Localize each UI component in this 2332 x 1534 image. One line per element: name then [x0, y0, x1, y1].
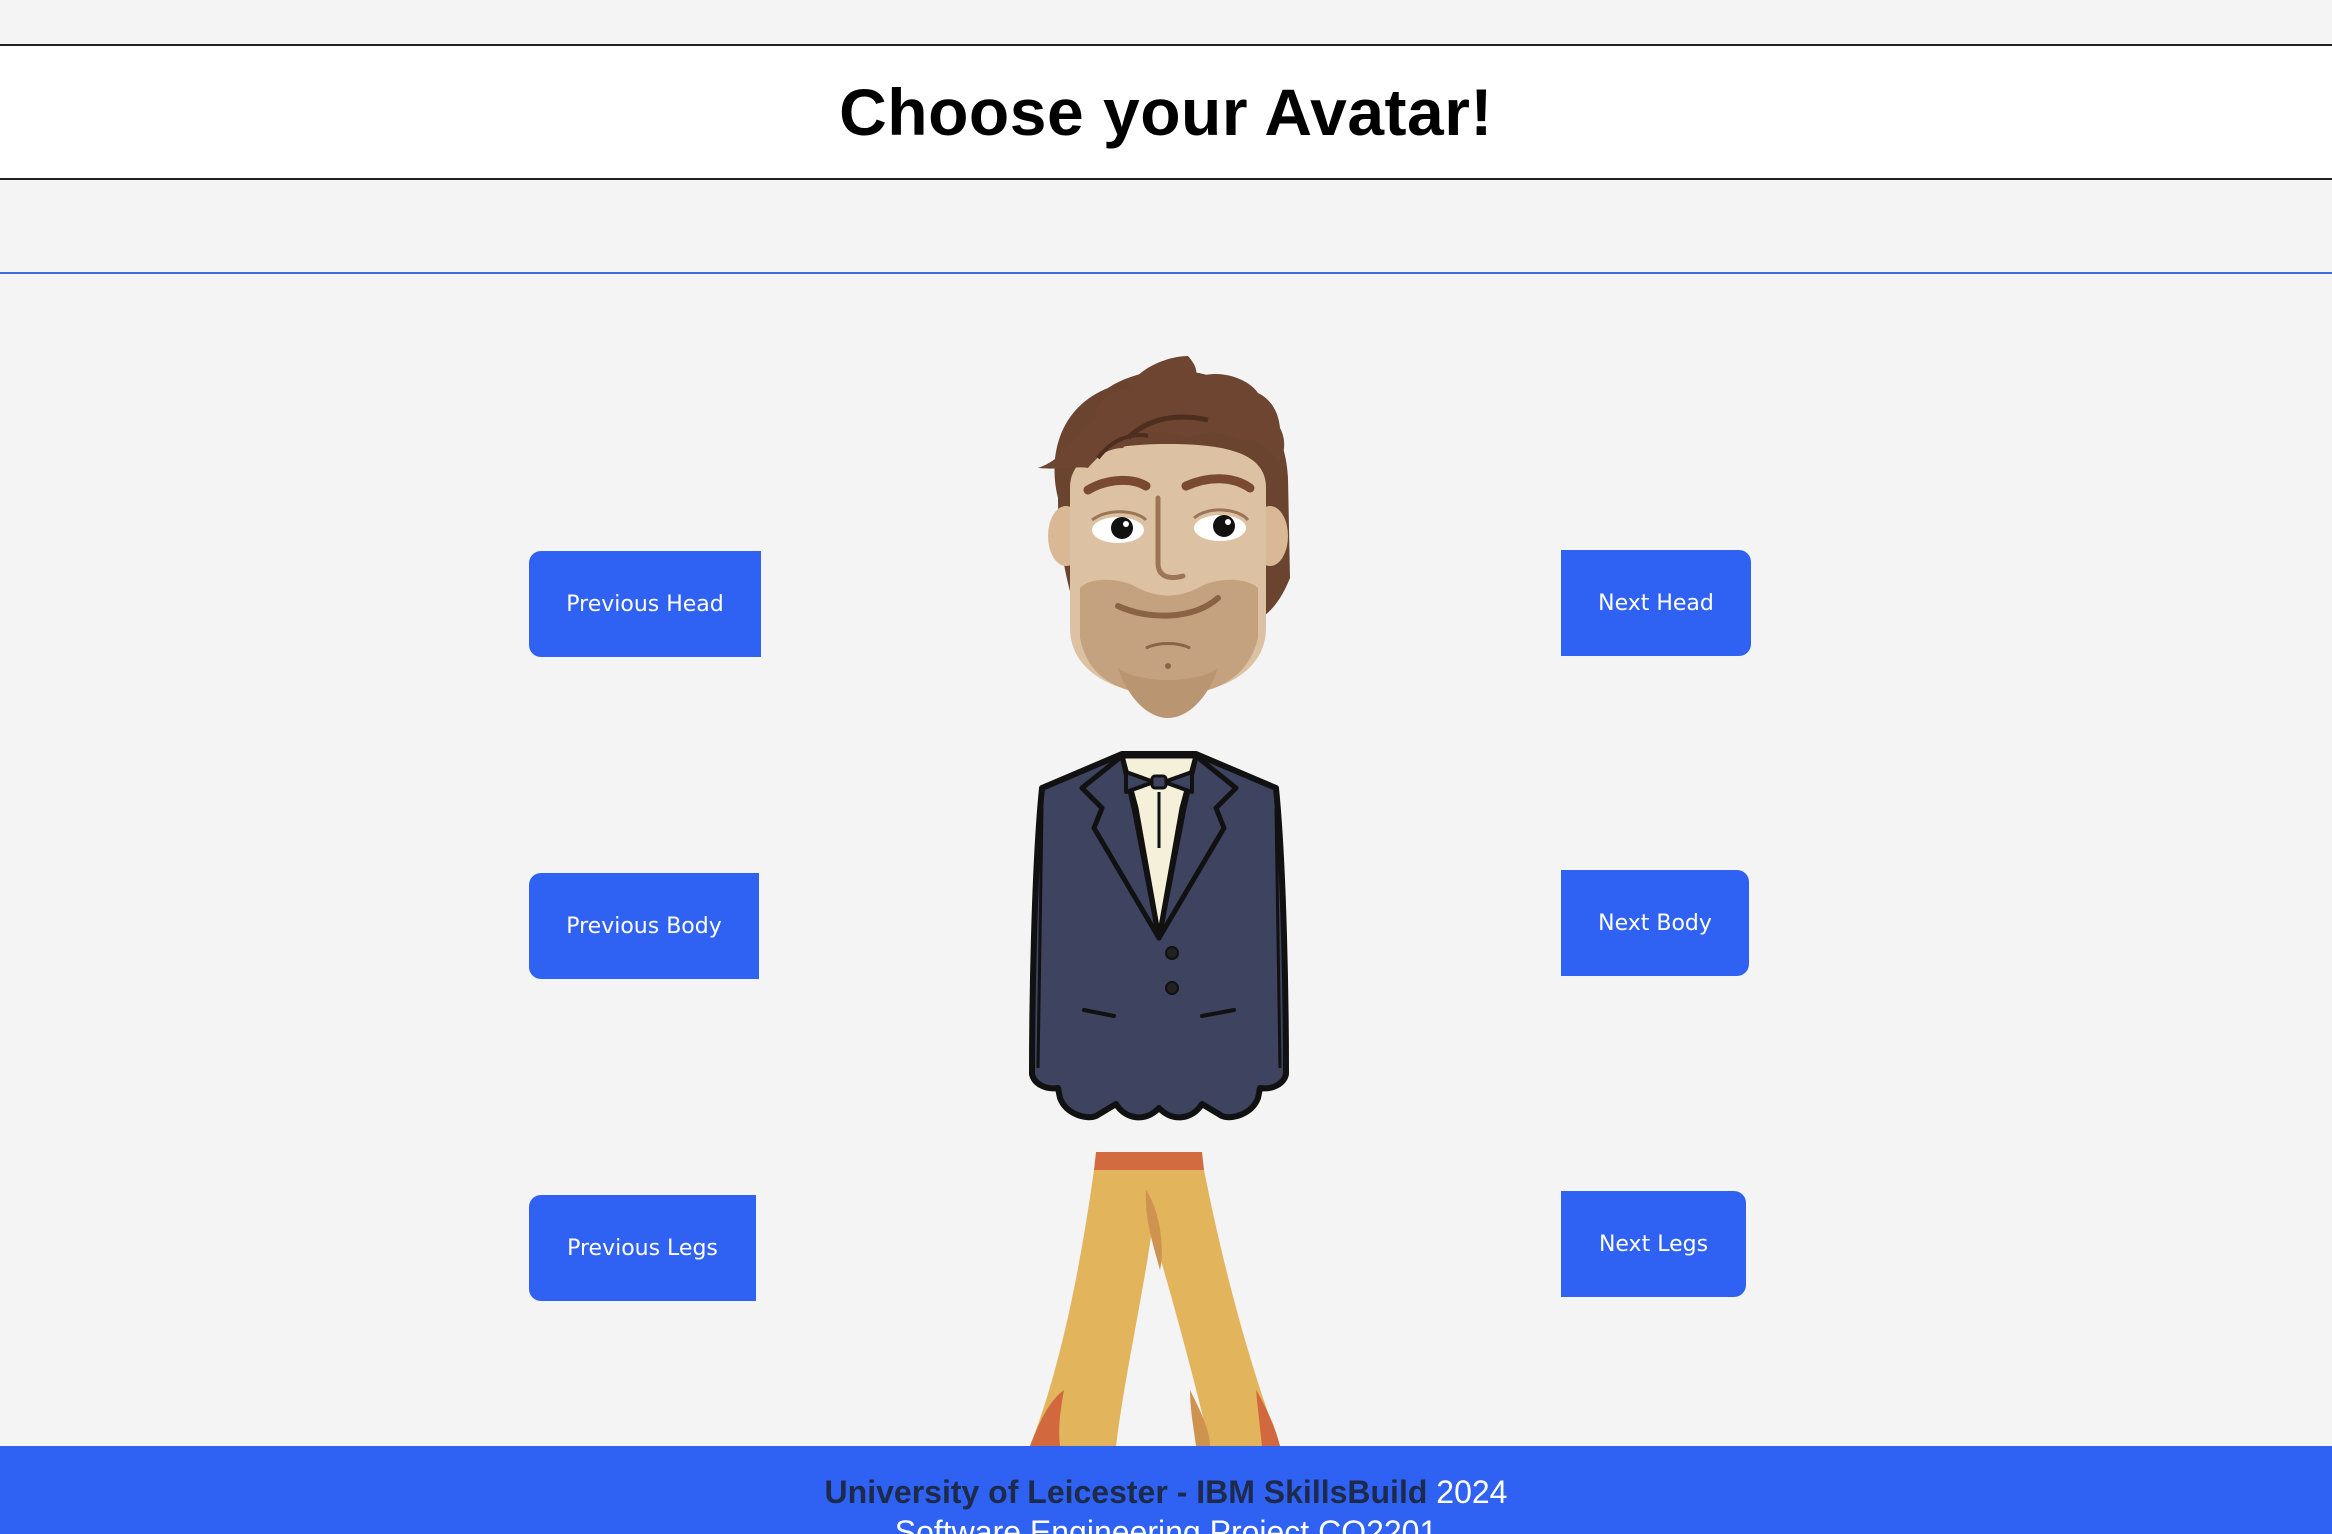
- footer-separator: -: [1176, 1474, 1188, 1510]
- next-legs-button[interactable]: Next Legs: [1561, 1191, 1746, 1297]
- page-title: Choose your Avatar!: [839, 75, 1493, 149]
- footer-credits: University of Leicester - IBM SkillsBuil…: [0, 1472, 2332, 1512]
- next-body-button[interactable]: Next Body: [1561, 870, 1749, 976]
- avatar-legs-icon: [1030, 1152, 1280, 1446]
- title-bar: Choose your Avatar!: [0, 44, 2332, 180]
- footer-partner: IBM SkillsBuild: [1196, 1474, 1428, 1510]
- previous-legs-button[interactable]: Previous Legs: [529, 1195, 756, 1301]
- previous-head-button[interactable]: Previous Head: [529, 551, 761, 657]
- footer-year: 2024: [1436, 1474, 1508, 1510]
- avatar-head-icon: [1038, 356, 1290, 718]
- previous-body-button[interactable]: Previous Body: [529, 873, 759, 979]
- next-head-button[interactable]: Next Head: [1561, 550, 1751, 656]
- footer-project: Software Engineering Project CO2201: [894, 1514, 1438, 1534]
- footer-university: University of Leicester: [824, 1474, 1168, 1510]
- page: Choose your Avatar! Previous Head Previo…: [0, 0, 2332, 1534]
- avatar-body-icon: [1029, 751, 1289, 1121]
- footer: University of Leicester - IBM SkillsBuil…: [0, 1446, 2332, 1534]
- divider: [0, 272, 2332, 274]
